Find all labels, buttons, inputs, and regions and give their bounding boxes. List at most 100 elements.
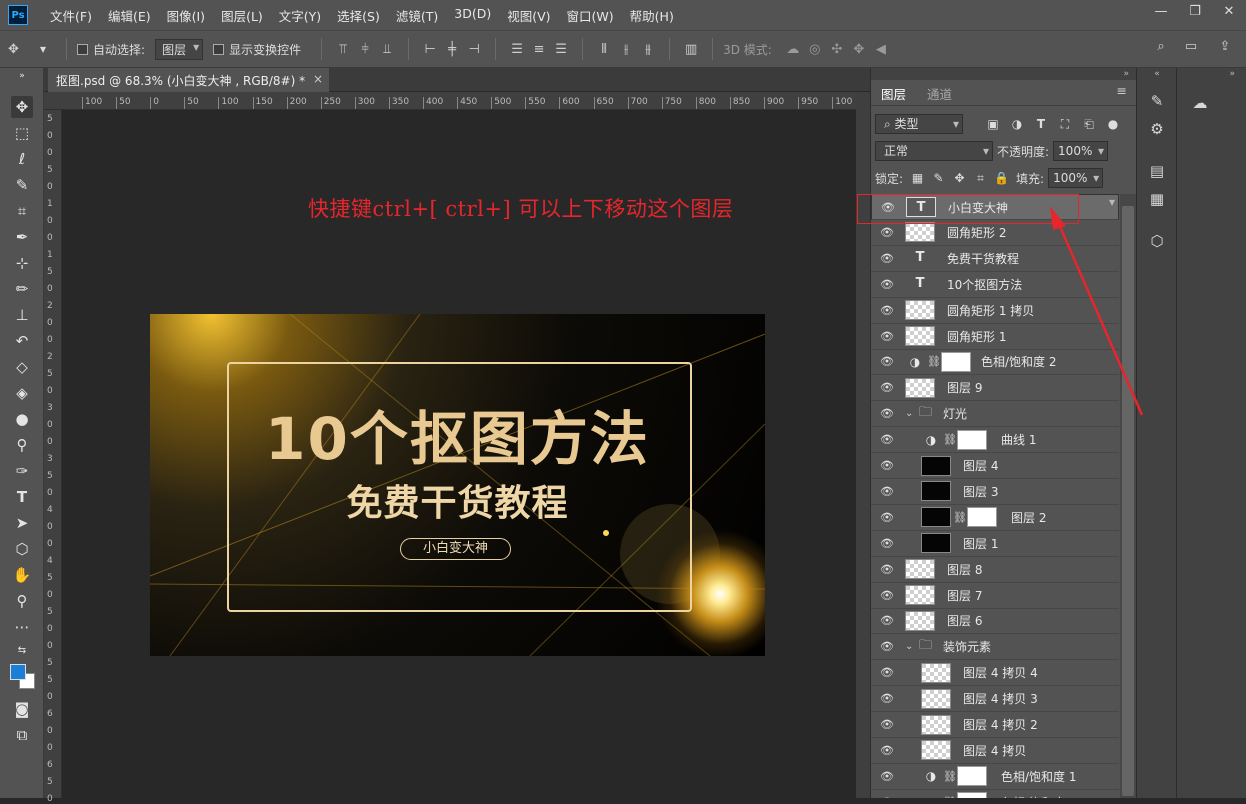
visibility-eye-icon[interactable]: 👁 — [877, 666, 897, 679]
menu-item[interactable]: 文字(Y) — [271, 6, 329, 25]
opacity-input[interactable]: 100% — [1053, 141, 1109, 161]
search-icon[interactable]: ⌕ — [1150, 39, 1172, 54]
distribute-hcenter-icon[interactable]: ⫲ — [615, 42, 637, 57]
panel-collapse-bar[interactable]: » — [871, 68, 1136, 80]
distribute-top-icon[interactable]: ☰ — [506, 42, 528, 57]
path-select-tool-icon[interactable]: ➤ — [11, 512, 33, 534]
move-tool-icon[interactable]: ✥ — [11, 96, 33, 118]
bucket-tool-icon[interactable]: ◈ — [11, 382, 33, 404]
hand-tool-icon[interactable]: ✋ — [11, 564, 33, 586]
align-left-icon[interactable]: ⊢ — [419, 42, 441, 57]
distribute-right-icon[interactable]: ⫵ — [637, 42, 659, 57]
lock-position-icon[interactable]: ✥ — [949, 171, 970, 185]
3d-scale-icon[interactable]: ◀ — [870, 42, 892, 57]
tab-layers[interactable]: 图层 — [881, 84, 906, 103]
restore-button[interactable]: ❐ — [1178, 0, 1212, 22]
align-bottom-icon[interactable]: ⫫ — [376, 42, 398, 57]
menu-item[interactable]: 视图(V) — [499, 6, 558, 25]
visibility-eye-icon[interactable]: 👁 — [877, 692, 897, 705]
visibility-eye-icon[interactable]: 👁 — [877, 718, 897, 731]
filter-shape-icon[interactable]: ⛶ — [1053, 117, 1077, 132]
layer-row[interactable]: 👁 T 免费干货教程 — [871, 246, 1119, 272]
menu-item[interactable]: 窗口(W) — [559, 6, 622, 25]
visibility-eye-icon[interactable]: 👁 — [877, 485, 897, 498]
quick-select-tool-icon[interactable]: ✎ — [11, 174, 33, 196]
visibility-eye-icon[interactable]: 👁 — [877, 744, 897, 757]
layer-row[interactable]: 👁 图层 7 — [871, 583, 1119, 609]
swap-colors-icon[interactable]: ⇆ — [11, 640, 33, 662]
distribute-bottom-icon[interactable]: ☰ — [550, 42, 572, 57]
filter-toggle-icon[interactable]: ● — [1101, 117, 1125, 131]
adjustments-icon[interactable]: ⚙ — [1146, 118, 1168, 140]
visibility-eye-icon[interactable]: 👁 — [877, 640, 897, 653]
visibility-eye-icon[interactable]: 👁 — [877, 330, 897, 343]
tool-preset-picker[interactable]: ▾ — [40, 42, 46, 56]
type-tool-icon[interactable]: T — [11, 486, 33, 508]
marquee-tool-icon[interactable]: ⬚ — [11, 122, 33, 144]
workspace-icon[interactable]: ▭ — [1180, 39, 1202, 54]
auto-select-target-select[interactable]: 图层 — [155, 38, 204, 60]
show-transform-checkbox[interactable]: 显示变换控件 — [213, 41, 301, 58]
brush-settings-icon[interactable]: ✎ — [1146, 90, 1168, 112]
eyedropper-tool-icon[interactable]: ✒ — [11, 226, 33, 248]
layer-row[interactable]: 👁 图层 4 拷贝 2 — [871, 712, 1119, 738]
move-icon[interactable]: ✥ — [8, 42, 30, 57]
distribute-vcenter-icon[interactable]: ≡ — [528, 42, 550, 57]
layer-row[interactable]: 👁 ◑ ⛓ 曲线 1 — [871, 427, 1119, 454]
menu-item[interactable]: 帮助(H) — [622, 6, 682, 25]
visibility-eye-icon[interactable]: 👁 — [877, 355, 897, 368]
visibility-eye-icon[interactable]: 👁 — [877, 433, 897, 446]
checkbox-box[interactable] — [213, 43, 225, 55]
quick-mask-icon[interactable]: ◙ — [11, 698, 33, 720]
document-tab[interactable]: 抠图.psd @ 68.3% (小白变大神 , RGB/8#) * × — [48, 68, 330, 92]
layer-row[interactable]: 👁 图层 1 — [871, 531, 1119, 557]
layer-row[interactable]: 👁 图层 4 拷贝 — [871, 738, 1119, 764]
3d-slide-icon[interactable]: ✥ — [848, 42, 870, 57]
eraser-tool-icon[interactable]: ◇ — [11, 356, 33, 378]
menu-item[interactable]: 选择(S) — [329, 6, 388, 25]
layer-row[interactable]: 👁 图层 6 — [871, 608, 1119, 635]
visibility-eye-icon[interactable]: 👁 — [877, 459, 897, 472]
share-icon[interactable]: ⇪ — [1214, 39, 1236, 54]
blend-mode-select[interactable]: 正常 — [875, 141, 993, 161]
layer-row[interactable]: 👁 ◑ ⛓ 色相/饱和度 2 — [871, 349, 1119, 376]
lock-all-icon[interactable]: 🔒 — [991, 171, 1012, 185]
layer-row[interactable]: 👁 图层 4 拷贝 4 — [871, 660, 1119, 687]
panel-menu-icon[interactable]: ≡ — [1117, 83, 1127, 98]
properties-icon[interactable]: ▤ — [1146, 160, 1168, 182]
auto-align-icon[interactable]: ▥ — [680, 42, 702, 57]
lock-pixels-icon[interactable]: ✎ — [928, 171, 949, 185]
menu-item[interactable]: 图像(I) — [159, 6, 213, 25]
align-vcenter-icon[interactable]: ⫩ — [354, 42, 376, 57]
filter-smart-icon[interactable]: ⎗ — [1077, 117, 1101, 132]
visibility-eye-icon[interactable]: 👁 — [877, 252, 897, 265]
visibility-eye-icon[interactable]: 👁 — [877, 278, 897, 291]
pen-tool-icon[interactable]: ✑ — [11, 460, 33, 482]
blur-tool-icon[interactable]: ● — [11, 408, 33, 430]
filter-adjust-icon[interactable]: ◑ — [1005, 117, 1029, 131]
layer-row[interactable]: 👁 图层 8 — [871, 557, 1119, 583]
layer-row[interactable]: 👁 图层 3 — [871, 479, 1119, 505]
menu-item[interactable]: 图层(L) — [213, 6, 271, 25]
3d-icon[interactable]: ⬡ — [1146, 230, 1168, 252]
brush-tool-icon[interactable]: ✏ — [11, 278, 33, 300]
menu-item[interactable]: 3D(D) — [446, 6, 499, 25]
layer-row[interactable]: 👁 ⌄ 🗀 装饰元素 — [871, 634, 1119, 661]
filter-kind-select[interactable]: ⌕ 类型 — [875, 114, 963, 134]
foreground-color-swatch[interactable] — [10, 664, 26, 680]
history-brush-icon[interactable]: ↶ — [11, 330, 33, 352]
3d-orbit-icon[interactable]: ☁ — [782, 42, 804, 57]
visibility-eye-icon[interactable]: 👁 — [877, 304, 897, 317]
dock-collapse-icon[interactable]: » — [1177, 68, 1246, 80]
link-icon[interactable]: ⛓ — [953, 511, 967, 524]
menu-item[interactable]: 编辑(E) — [100, 6, 159, 25]
shape-tool-icon[interactable]: ⬡ — [11, 538, 33, 560]
layer-row[interactable]: 👁 图层 4 — [871, 453, 1119, 479]
layer-row[interactable]: 👁 图层 4 拷贝 3 — [871, 686, 1119, 713]
fill-input[interactable]: 100% — [1048, 168, 1104, 188]
auto-select-checkbox[interactable]: 自动选择: — [77, 41, 145, 58]
layer-row[interactable]: 👁 圆角矩形 1 拷贝 — [871, 298, 1119, 324]
link-icon[interactable]: ⛓ — [927, 355, 941, 368]
more-tools-icon[interactable]: ⋯ — [11, 616, 33, 638]
lock-artboard-icon[interactable]: ⌗ — [970, 171, 991, 186]
